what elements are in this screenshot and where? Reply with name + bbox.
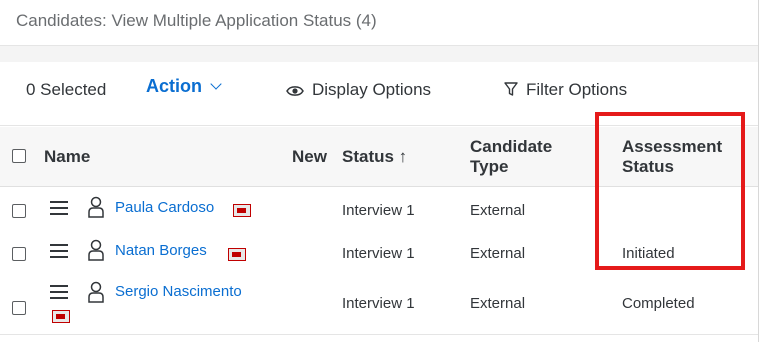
action-menu-button[interactable]: Action [146, 76, 222, 97]
filter-options-label: Filter Options [526, 80, 628, 99]
row-checkbox[interactable] [12, 301, 26, 315]
row-checkbox[interactable] [12, 247, 26, 261]
candidate-type-cell: External [470, 202, 526, 219]
column-header-assessment-status[interactable]: Assessment Status [622, 137, 722, 177]
status-cell: Interview 1 [342, 295, 415, 312]
assessment-status-cell: Completed [622, 295, 695, 312]
selected-count: 0 Selected [26, 80, 107, 99]
section-gap [0, 46, 770, 62]
page-title-bar: Candidates: View Multiple Application St… [0, 0, 770, 46]
candidate-name-link[interactable]: Sergio Nascimento [115, 283, 242, 300]
assessment-status-cell: Initiated [622, 245, 675, 262]
window-edge [758, 0, 770, 342]
chevron-down-icon [210, 78, 222, 90]
column-header-status[interactable]: Status ↑ [342, 147, 407, 167]
resume-icon[interactable] [233, 204, 251, 217]
table-row[interactable]: Sergio Nascimento Interview 1 External C… [0, 277, 770, 335]
resume-icon[interactable] [52, 310, 70, 323]
hamburger-icon[interactable] [50, 244, 68, 262]
candidate-name-link[interactable]: Paula Cardoso [115, 199, 214, 216]
person-icon [88, 239, 104, 261]
display-options-label: Display Options [312, 80, 432, 99]
hamburger-icon[interactable] [50, 285, 68, 303]
candidate-type-line1: Candidate [470, 137, 553, 156]
column-header-new[interactable]: New [292, 147, 327, 167]
candidate-type-cell: External [470, 245, 526, 262]
filter-options-button[interactable]: Filter Options [504, 80, 627, 100]
candidate-name-link[interactable]: Natan Borges [115, 242, 207, 259]
column-header-name[interactable]: Name [44, 147, 90, 167]
hamburger-icon[interactable] [50, 201, 68, 219]
assessment-line1: Assessment [622, 137, 723, 156]
filter-icon [504, 82, 518, 96]
page-title: Candidates: View Multiple Application St… [16, 11, 377, 30]
status-cell: Interview 1 [342, 245, 415, 262]
display-options-button[interactable]: Display Options [286, 80, 431, 100]
candidate-type-line2: Type [470, 157, 509, 176]
status-cell: Interview 1 [342, 202, 415, 219]
person-icon [88, 281, 104, 303]
action-label: Action [146, 76, 202, 96]
candidate-type-cell: External [470, 295, 526, 312]
resume-icon[interactable] [228, 248, 246, 261]
table-row[interactable]: Paula Cardoso Interview 1 External [0, 187, 770, 235]
select-all-checkbox[interactable] [12, 149, 26, 163]
table-row[interactable]: Natan Borges Interview 1 External Initia… [0, 230, 770, 278]
assessment-line2: Status [622, 157, 674, 176]
column-header-candidate-type[interactable]: Candidate Type [470, 137, 552, 177]
table-header: Name New Status ↑ Candidate Type Assessme… [0, 127, 770, 187]
eye-icon [286, 86, 304, 96]
row-checkbox[interactable] [12, 204, 26, 218]
toolbar: 0 Selected Action Display Options Filter… [0, 62, 770, 126]
person-icon [88, 196, 104, 218]
